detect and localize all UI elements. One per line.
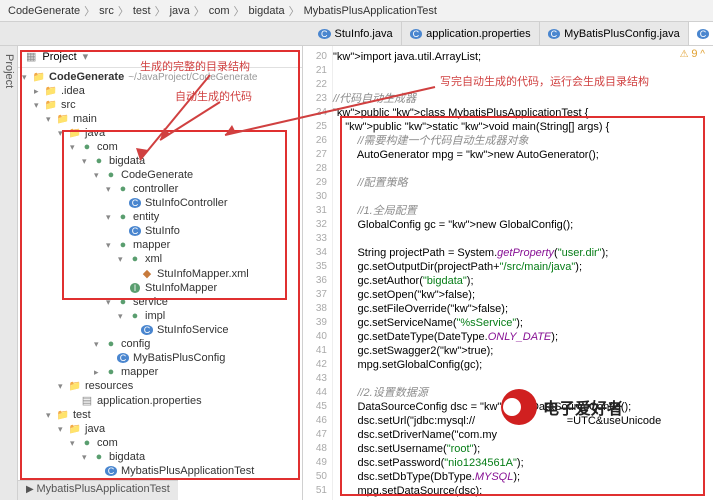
tree-node[interactable]: ▾xml <box>18 252 302 266</box>
tree-node[interactable]: MyBatisPlusConfig <box>18 351 302 365</box>
jfolder-icon <box>56 409 70 421</box>
tree-node[interactable]: ▸.idea <box>18 84 302 98</box>
run-tab[interactable]: ▶ MybatisPlusApplicationTest <box>18 480 178 500</box>
pkg-icon <box>104 169 118 181</box>
tree-node[interactable]: StuInfoMapper <box>18 281 302 295</box>
folder-icon <box>44 85 58 97</box>
iface-icon <box>128 282 142 294</box>
project-tool-tab[interactable]: Project <box>0 46 18 500</box>
project-title: Project <box>42 51 76 63</box>
tree-node[interactable]: StuInfoController <box>18 196 302 210</box>
tree-node[interactable]: StuInfoService <box>18 323 302 337</box>
breadcrumb-item[interactable]: bigdata <box>249 5 285 17</box>
project-tree-panel: ▦ Project ▾ ▾CodeGenerate~/JavaProject/C… <box>18 46 303 500</box>
tree-node[interactable]: ▸mapper <box>18 365 302 379</box>
tree-node[interactable]: ▾java <box>18 126 302 140</box>
breadcrumb-item[interactable]: CodeGenerate <box>8 5 80 17</box>
pkg-icon <box>116 211 130 223</box>
editor-tab[interactable]: MyBatisPlusConfig.java <box>540 22 689 45</box>
code-editor[interactable]: ⚠ 9 ^ 2021222324252627282930313233343536… <box>303 46 713 500</box>
tree-node[interactable]: ▾resources <box>18 379 302 393</box>
file-tree: ▾CodeGenerate~/JavaProject/CodeGenerate▸… <box>18 68 302 500</box>
pkg-icon <box>104 338 118 350</box>
pkg-icon <box>116 239 130 251</box>
jfolder-icon <box>56 113 70 125</box>
editor-tab[interactable]: StuInfo.java <box>310 22 402 45</box>
tree-node[interactable]: ▾com <box>18 140 302 154</box>
jfolder-icon <box>44 99 58 111</box>
tree-node[interactable]: MybatisPlusApplicationTest <box>18 464 302 478</box>
tree-node[interactable]: ▾CodeGenerate <box>18 168 302 182</box>
pkg-icon <box>116 183 130 195</box>
class-icon <box>128 225 142 237</box>
tree-node[interactable]: application.properties <box>18 393 302 408</box>
tree-node[interactable]: ▾bigdata <box>18 450 302 464</box>
inspection-badge[interactable]: ⚠ 9 ^ <box>680 48 705 60</box>
tree-node[interactable]: ▾CodeGenerate~/JavaProject/CodeGenerate <box>18 70 302 84</box>
jfolder-icon <box>68 127 82 139</box>
tree-node[interactable]: ▾service <box>18 295 302 309</box>
tree-node[interactable]: ▾test <box>18 408 302 422</box>
class-icon <box>140 324 154 336</box>
class-icon <box>116 352 130 364</box>
pkg-icon <box>128 253 142 265</box>
editor-tabs: StuInfo.javaapplication.propertiesMyBati… <box>0 22 713 46</box>
editor-tab[interactable]: MybatisPlusApplicationTest.java <box>689 22 713 45</box>
tree-node[interactable]: ▾bigdata <box>18 154 302 168</box>
tree-node[interactable]: ▾mapper <box>18 238 302 252</box>
breadcrumb-item[interactable]: java <box>170 5 190 17</box>
file-icon <box>697 28 710 40</box>
dropdown-icon[interactable]: ▾ <box>83 50 89 63</box>
tree-node[interactable]: ▾config <box>18 337 302 351</box>
pkg-icon <box>128 310 142 322</box>
code-content[interactable]: "kw">import java.util.ArrayList;//代码自动生成… <box>333 50 661 500</box>
breadcrumb-item[interactable]: com <box>209 5 230 17</box>
tree-node[interactable]: ▾controller <box>18 182 302 196</box>
xml-icon <box>140 267 154 280</box>
pkg-icon <box>92 451 106 463</box>
tree-node[interactable]: ▾impl <box>18 309 302 323</box>
file-icon <box>318 28 331 40</box>
tree-node[interactable]: ▾entity <box>18 210 302 224</box>
line-gutter: 2021222324252627282930313233343536373839… <box>303 46 333 500</box>
pkg-icon <box>92 155 106 167</box>
class-icon <box>128 197 142 209</box>
file-icon <box>80 394 94 407</box>
project-tree-header: ▦ Project ▾ <box>18 46 302 68</box>
pkg-icon <box>116 296 130 308</box>
tree-node[interactable]: StuInfoMapper.xml <box>18 266 302 281</box>
tree-node[interactable]: ▾java <box>18 422 302 436</box>
folder-icon <box>32 71 46 83</box>
pkg-icon <box>80 437 94 449</box>
project-icon: ▦ <box>26 50 36 63</box>
folder-icon <box>68 380 82 392</box>
pkg-icon <box>104 366 118 378</box>
breadcrumb-item[interactable]: test <box>133 5 151 17</box>
breadcrumb-item[interactable]: src <box>99 5 114 17</box>
class-icon <box>104 465 118 477</box>
breadcrumb-item[interactable]: MybatisPlusApplicationTest <box>304 5 437 17</box>
jfolder-icon <box>68 423 82 435</box>
file-icon <box>410 28 423 40</box>
tree-node[interactable]: ▾com <box>18 436 302 450</box>
editor-tab[interactable]: application.properties <box>402 22 540 45</box>
file-icon <box>548 28 561 40</box>
tree-node[interactable]: StuInfo <box>18 224 302 238</box>
tree-node[interactable]: ▾src <box>18 98 302 112</box>
pkg-icon <box>80 141 94 153</box>
tree-node[interactable]: ▾main <box>18 112 302 126</box>
breadcrumb: CodeGenerate〉src〉test〉java〉com〉bigdata〉M… <box>0 0 713 22</box>
